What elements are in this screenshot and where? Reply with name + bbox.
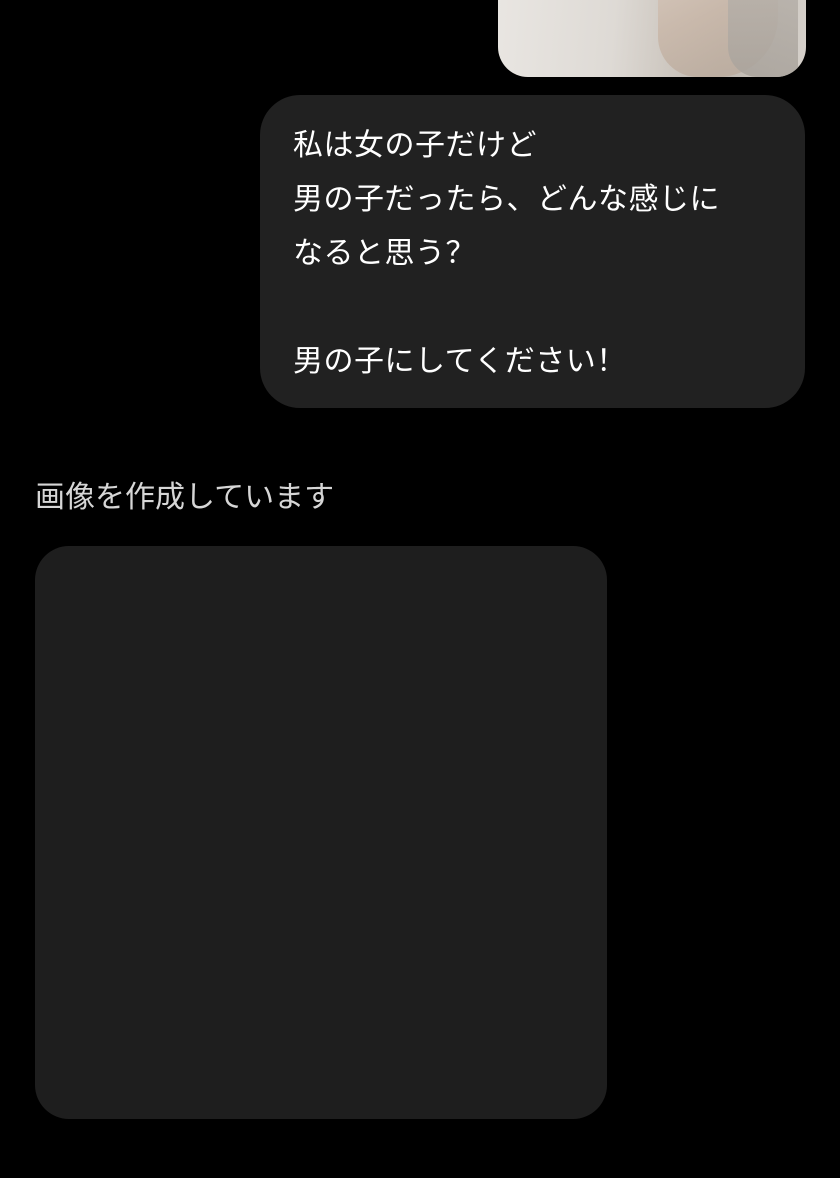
user-message-blank-line [293, 281, 775, 335]
user-message-bubble: 私は女の子だけど 男の子だったら、どんな感じに なると思う？ 男の子にしてくださ… [260, 95, 805, 408]
generating-image-placeholder [35, 546, 607, 1119]
chat-thread: 私は女の子だけど 男の子だったら、どんな感じに なると思う？ 男の子にしてくださ… [0, 0, 840, 1178]
user-message-line: なると思う？ [293, 236, 476, 271]
user-message-line: 男の子だったら、どんな感じに [293, 182, 720, 217]
user-message-line: 私は女の子だけど [293, 128, 537, 163]
user-message-line: 男の子にしてください！ [293, 344, 627, 379]
photo-content-detail [728, 0, 798, 77]
user-attached-photo[interactable] [498, 0, 806, 77]
image-generation-status: 画像を作成しています [35, 480, 335, 515]
